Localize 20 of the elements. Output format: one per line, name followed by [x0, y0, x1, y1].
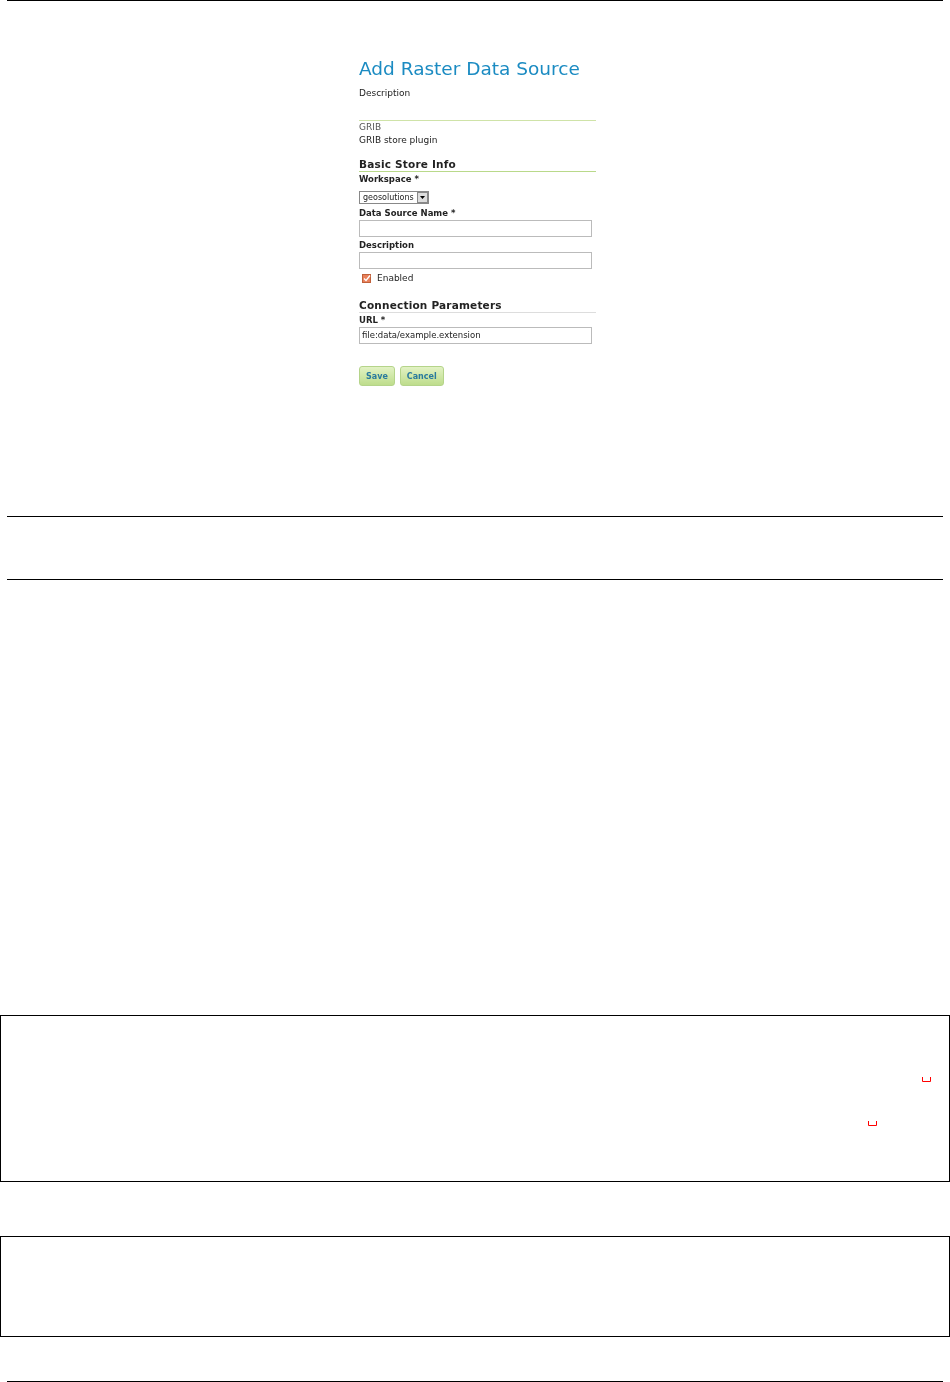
section-heading: Basic Store Info [359, 158, 596, 172]
cancel-button[interactable]: Cancel [399, 366, 444, 386]
field-label: Workspace * [359, 173, 420, 185]
store-type-name: GRIB [359, 121, 383, 134]
space-mark-icon [922, 1077, 931, 1082]
field-label: Description [359, 239, 415, 251]
checkbox[interactable] [362, 273, 371, 283]
text-input[interactable] [359, 220, 592, 237]
save-button[interactable]: Save [359, 366, 395, 386]
field-label: Data Source Name * [359, 207, 457, 219]
checkbox-label: Enabled [377, 273, 414, 283]
description-text: Description [359, 87, 412, 100]
space-mark-icon [868, 1121, 877, 1126]
store-type-description: GRIB store plugin [359, 134, 439, 147]
page-title: Add Raster Data Source [359, 57, 581, 81]
text-input[interactable] [359, 252, 592, 269]
text-input[interactable]: file:data/example.extension [359, 327, 592, 344]
section-heading: Connection Parameters [359, 299, 596, 313]
field-label: URL * [359, 314, 387, 326]
workspace-select[interactable]: geosolutions [359, 191, 429, 204]
